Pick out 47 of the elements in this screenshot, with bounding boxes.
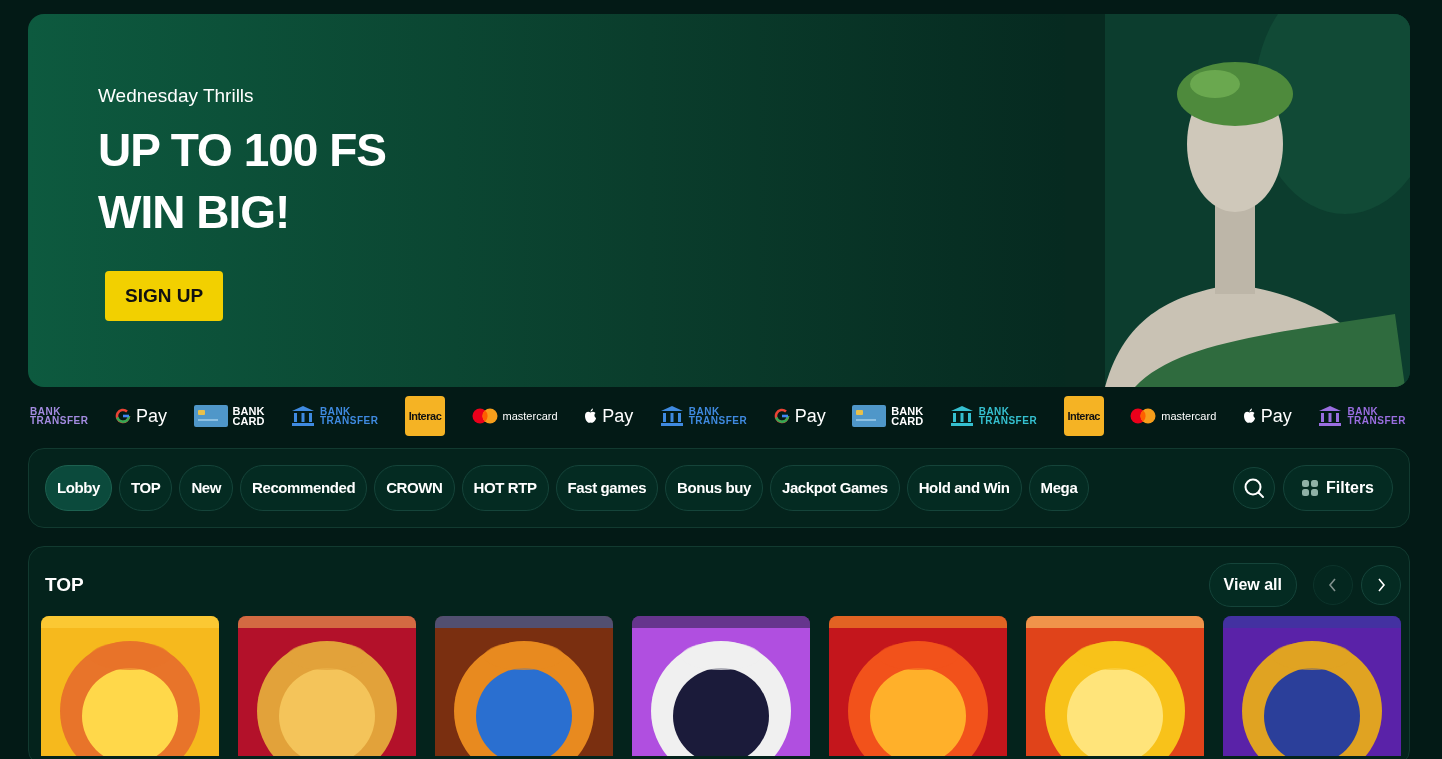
grid-icon [1302,480,1318,496]
sign-up-button[interactable]: SIGN UP [105,270,224,321]
category-tab[interactable]: Jackpot Games [770,465,900,511]
card-icon [852,405,887,427]
category-tab[interactable]: Fast games [555,465,659,511]
g-logo-icon [773,408,790,424]
chevron-left-icon [1328,578,1338,592]
overlapping-circles-icon [471,408,498,424]
category-tab[interactable]: CROWN [374,465,455,511]
payment-label: Pay [794,404,826,428]
search-button[interactable] [1233,467,1275,509]
overlapping-circles-icon [1130,408,1157,424]
g-logo-icon [115,408,131,424]
category-tab[interactable]: Bonus buy [665,465,763,511]
view-all-button[interactable]: View all [1208,563,1297,607]
interac-logo: Interac [404,396,445,436]
category-tab[interactable]: HOT RTP [461,465,549,511]
payment-label: BANK TRANSFER [1347,407,1406,425]
payment-label: BANK CARD [891,406,924,426]
chevron-right-icon [1376,578,1386,592]
payment-label: Pay [1260,404,1292,428]
filters-button[interactable]: Filters [1283,465,1393,511]
payment-label: BANK TRANSFER [319,407,379,425]
payment-label: Pay [136,404,168,428]
payment-label: Pay [602,404,634,428]
payment-label: mastercard [1161,408,1217,424]
category-tab[interactable]: New [179,465,234,511]
category-tab[interactable]: Hold and Win [906,465,1022,511]
payment-label: mastercard [502,408,558,424]
promo-kicker: Wednesday Thrills [98,84,255,108]
payment-label: BANK CARD [232,406,265,426]
apple-icon [1242,408,1256,424]
category-tab[interactable]: Lobby [45,465,112,511]
category-tab[interactable]: Recommended [240,465,368,511]
headline-line: WIN BIG! [98,184,291,240]
category-tab[interactable]: Mega [1028,465,1090,511]
search-icon [1243,477,1265,499]
payment-label: BANK TRANSFER [688,407,748,425]
payment-label: BANK TRANSFER [978,407,1038,425]
category-tab[interactable]: TOP [119,465,173,511]
apple-icon [584,408,598,424]
section-title: TOP [45,572,84,597]
next-button[interactable] [1361,565,1401,605]
payment-label: BANK TRANSFER [30,407,89,425]
interac-logo: Interac [1063,396,1104,436]
card-icon [193,405,228,427]
headline-line: UP TO 100 FS [98,122,387,178]
